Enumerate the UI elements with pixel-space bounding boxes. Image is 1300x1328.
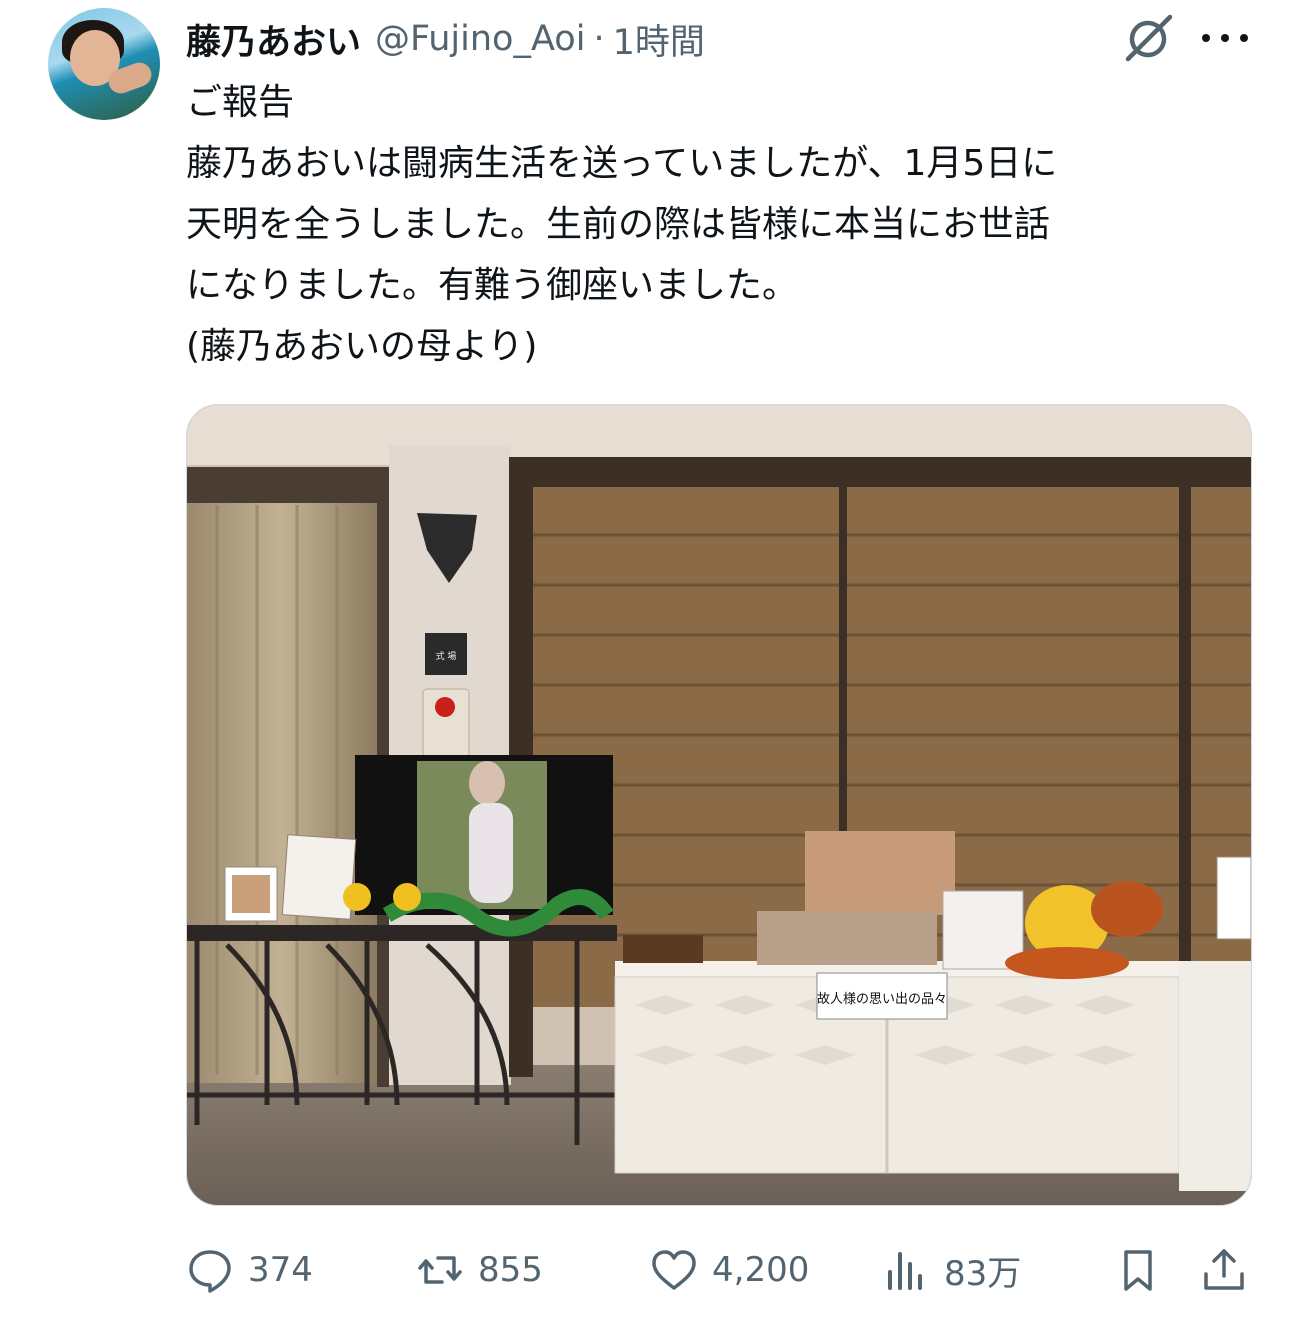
header-separator: · xyxy=(593,19,605,59)
tweet-line: (藤乃あおいの母より) xyxy=(186,326,538,367)
tweet-photo[interactable]: 式 場 故人様の思い出の品々 xyxy=(186,404,1252,1206)
share-button[interactable] xyxy=(1200,1240,1248,1300)
box xyxy=(623,935,703,963)
user-handle[interactable]: @Fujino_Aoi xyxy=(375,19,585,59)
display-table xyxy=(187,925,617,941)
reply-count: 374 xyxy=(248,1250,313,1290)
views-button[interactable]: 83万 xyxy=(882,1240,1021,1300)
tweet-text: ご報告 藤乃あおいは闘病生活を送っていましたが、1月5日に 天明を全うしました。… xyxy=(186,72,1246,377)
dvd-row xyxy=(757,911,937,965)
tweet-line: 天明を全うしました。生前の際は皆様に本当にお世話 xyxy=(186,204,1051,245)
grok-icon[interactable] xyxy=(1120,10,1176,66)
reply-icon xyxy=(189,1250,231,1293)
side-photo-frame xyxy=(1216,856,1251,940)
heart-icon xyxy=(652,1250,696,1290)
reply-button[interactable]: 374 xyxy=(186,1240,313,1300)
like-button[interactable]: 4,200 xyxy=(650,1240,809,1300)
wall-sign-text: 式 場 xyxy=(436,650,457,662)
memorial-room-photo: 式 場 故人様の思い出の品々 xyxy=(187,405,1251,1205)
tweet-time[interactable]: 1時間 xyxy=(613,14,705,65)
author-avatar[interactable] xyxy=(48,8,160,120)
tweet-line: になりました。有難う御座いました。 xyxy=(186,265,799,306)
more-icon[interactable] xyxy=(1202,24,1248,52)
door-frame-top xyxy=(187,467,387,503)
memorial-sign-text: 故人様の思い出の品々 xyxy=(817,992,947,1007)
letter-frame xyxy=(281,834,357,920)
ceiling xyxy=(187,405,1251,465)
repost-button[interactable]: 855 xyxy=(416,1240,543,1300)
repost-count: 855 xyxy=(478,1250,543,1290)
repost-icon xyxy=(418,1256,462,1284)
bookmark-button[interactable] xyxy=(1114,1240,1162,1300)
photo-book xyxy=(805,831,955,915)
like-count: 4,200 xyxy=(712,1250,810,1290)
tweet-line: 藤乃あおいは闘病生活を送っていましたが、1月5日に xyxy=(186,143,1058,184)
tweet-line: ご報告 xyxy=(186,82,295,123)
action-bar: 374 855 4,200 83万 xyxy=(186,1240,1250,1300)
bookmark-icon xyxy=(1124,1250,1152,1291)
views-count: 83万 xyxy=(944,1253,1022,1294)
display-name[interactable]: 藤乃あおい xyxy=(186,14,361,65)
panel-frame-top xyxy=(509,457,1251,487)
side-table xyxy=(1179,961,1251,1191)
share-icon xyxy=(1204,1249,1244,1290)
alarm-light xyxy=(435,697,455,717)
tweet-header: 藤乃あおい @Fujino_Aoi · 1時間 xyxy=(186,14,705,64)
views-icon xyxy=(888,1252,922,1290)
